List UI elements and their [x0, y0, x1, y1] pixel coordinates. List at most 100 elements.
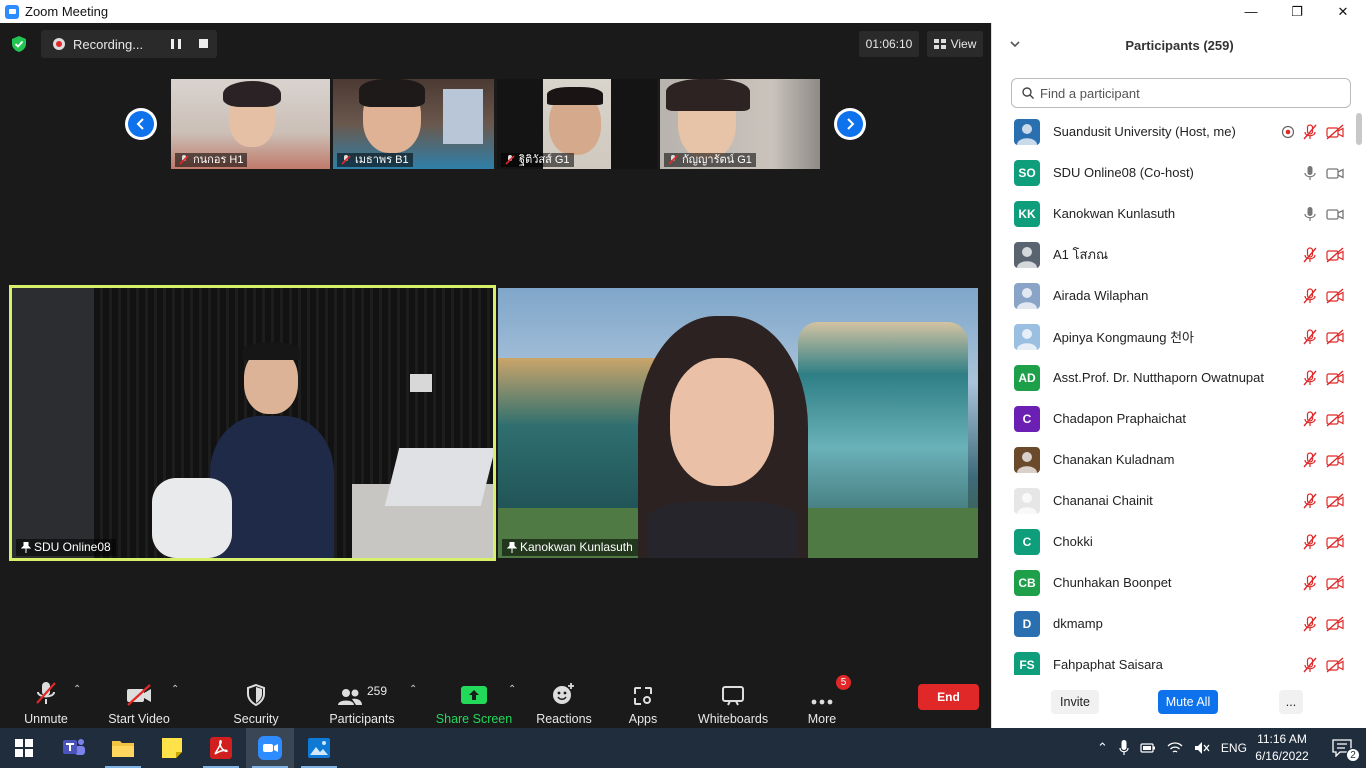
participants-options-caret-icon[interactable]: ⌃ — [409, 684, 417, 695]
video-options-caret-icon[interactable]: ⌃ — [171, 684, 179, 695]
speaker-video[interactable]: Kanokwan Kunlasuth — [498, 288, 978, 558]
volume-muted-icon[interactable] — [1194, 741, 1210, 755]
taskbar-zoom[interactable] — [246, 728, 294, 768]
close-window-button[interactable]: ✕ — [1320, 0, 1366, 23]
invite-button[interactable]: Invite — [1051, 690, 1099, 714]
participants-button[interactable]: 259 Participants — [326, 674, 398, 728]
mic-muted-icon[interactable] — [1302, 287, 1318, 304]
video-off-icon[interactable] — [1326, 492, 1344, 509]
taskbar-sticky-notes[interactable] — [148, 728, 196, 768]
participant-search-input[interactable]: Find a participant — [1011, 78, 1351, 108]
video-off-icon[interactable] — [1326, 123, 1344, 140]
battery-icon[interactable] — [1140, 742, 1156, 754]
participant-row[interactable]: Chananai Chainit — [992, 480, 1354, 521]
participant-avatar — [1014, 118, 1040, 145]
recording-label: Recording... — [73, 36, 144, 52]
show-hidden-icons-chevron-icon[interactable]: ⌃ — [1097, 740, 1108, 756]
panel-more-button[interactable]: ... — [1279, 690, 1303, 714]
video-off-icon[interactable] — [1326, 410, 1344, 427]
mic-muted-icon — [36, 682, 56, 704]
video-off-icon[interactable] — [1326, 451, 1344, 468]
participant-row[interactable]: FS Fahpaphat Saisara — [992, 644, 1354, 675]
participant-row[interactable]: A1 โสภณ — [992, 234, 1354, 275]
mic-on-icon[interactable] — [1302, 165, 1318, 181]
view-button[interactable]: View — [927, 31, 983, 57]
background-building-left — [498, 358, 658, 528]
active-speaker-video[interactable]: SDU Online08 — [9, 285, 496, 561]
participant-row[interactable]: Apinya Kongmaung 천아 — [992, 316, 1354, 357]
start-video-button[interactable]: Start Video — [104, 674, 174, 728]
participant-row[interactable]: SO SDU Online08 (Co-host) — [992, 152, 1354, 193]
participant-row[interactable]: C Chadapon Praphaichat — [992, 398, 1354, 439]
participant-row[interactable]: Suandusit University (Host, me) — [992, 111, 1354, 152]
audio-options-caret-icon[interactable]: ⌃ — [73, 684, 81, 695]
video-off-icon[interactable] — [1326, 328, 1344, 345]
input-language[interactable]: ENG — [1221, 741, 1247, 755]
background-poster — [443, 89, 483, 144]
participant-row[interactable]: Ddkmamp — [992, 603, 1354, 644]
video-off-icon[interactable] — [1326, 574, 1344, 591]
participant-thumbnail[interactable]: กัญญารัตน์ G1 — [660, 79, 820, 169]
scrollbar-thumb[interactable] — [1356, 113, 1362, 145]
maximize-button[interactable]: ❐ — [1274, 0, 1320, 23]
taskbar-teams[interactable] — [50, 728, 98, 768]
encryption-shield-icon[interactable] — [10, 35, 28, 53]
mic-muted-icon[interactable] — [1302, 533, 1318, 550]
participant-row[interactable]: KK Kanokwan Kunlasuth — [992, 193, 1354, 234]
participant-row[interactable]: C Chokki — [992, 521, 1354, 562]
notification-center-button[interactable]: 2 — [1318, 728, 1366, 768]
participant-row[interactable]: Chanakan Kuladnam — [992, 439, 1354, 480]
security-button[interactable]: Security — [228, 674, 284, 728]
participant-thumbnail[interactable]: ฐิติวัสส์ G1 — [497, 79, 657, 169]
gallery-prev-button[interactable] — [125, 108, 157, 140]
microphone-in-use-icon[interactable] — [1119, 740, 1129, 756]
mic-muted-icon[interactable] — [1302, 615, 1318, 632]
mic-muted-icon[interactable] — [1302, 492, 1318, 509]
mic-muted-icon — [505, 155, 515, 165]
mic-on-icon[interactable] — [1302, 206, 1318, 222]
end-meeting-button[interactable]: End — [918, 684, 979, 710]
gallery-next-button[interactable] — [834, 108, 866, 140]
minimize-button[interactable]: — — [1228, 0, 1274, 23]
participant-thumbnail[interactable]: กนกอร H1 — [171, 79, 330, 169]
stop-recording-icon[interactable] — [199, 39, 208, 48]
mic-muted-icon[interactable] — [1302, 451, 1318, 468]
recording-dot-icon — [53, 38, 65, 50]
unmute-button[interactable]: Unmute — [14, 674, 78, 728]
mic-muted-icon[interactable] — [1302, 246, 1318, 263]
pause-recording-icon[interactable] — [171, 39, 181, 49]
system-clock[interactable]: 11:16 AM 6/16/2022 — [1250, 731, 1314, 765]
video-off-icon[interactable] — [1326, 369, 1344, 386]
taskbar-file-explorer[interactable] — [99, 728, 147, 768]
taskbar-photos[interactable] — [295, 728, 343, 768]
wifi-icon[interactable] — [1167, 741, 1183, 755]
participant-row[interactable]: AD Asst.Prof. Dr. Nutthaporn Owatnupat — [992, 357, 1354, 398]
mic-muted-icon[interactable] — [1302, 656, 1318, 673]
mic-muted-icon[interactable] — [1302, 369, 1318, 386]
share-options-caret-icon[interactable]: ⌃ — [508, 684, 516, 695]
participant-row[interactable]: CB Chunhakan Boonpet — [992, 562, 1354, 603]
thumbnail-name-tag: กนกอร H1 — [175, 153, 248, 167]
taskbar-acrobat[interactable] — [197, 728, 245, 768]
video-off-icon[interactable] — [1326, 533, 1344, 550]
video-on-icon[interactable] — [1326, 206, 1344, 222]
mute-all-button[interactable]: Mute All — [1158, 690, 1218, 714]
start-button[interactable] — [0, 728, 48, 768]
video-off-icon[interactable] — [1326, 246, 1344, 263]
video-off-icon[interactable] — [1326, 287, 1344, 304]
mic-muted-icon[interactable] — [1302, 328, 1318, 345]
video-on-icon[interactable] — [1326, 165, 1344, 181]
participant-row[interactable]: Airada Wilaphan — [992, 275, 1354, 316]
share-screen-button[interactable]: Share Screen — [436, 674, 512, 728]
mic-muted-icon[interactable] — [1302, 574, 1318, 591]
participant-thumbnail[interactable]: เมธาพร B1 — [333, 79, 494, 169]
participant-list-scrollbar[interactable] — [1356, 111, 1362, 675]
mic-muted-icon[interactable] — [1302, 123, 1318, 140]
apps-button[interactable]: Apps — [620, 674, 666, 728]
video-off-icon[interactable] — [1326, 656, 1344, 673]
speaker-name: SDU Online08 — [34, 540, 111, 554]
whiteboards-button[interactable]: Whiteboards — [694, 674, 772, 728]
video-off-icon[interactable] — [1326, 615, 1344, 632]
mic-muted-icon[interactable] — [1302, 410, 1318, 427]
reactions-button[interactable]: Reactions — [533, 674, 595, 728]
